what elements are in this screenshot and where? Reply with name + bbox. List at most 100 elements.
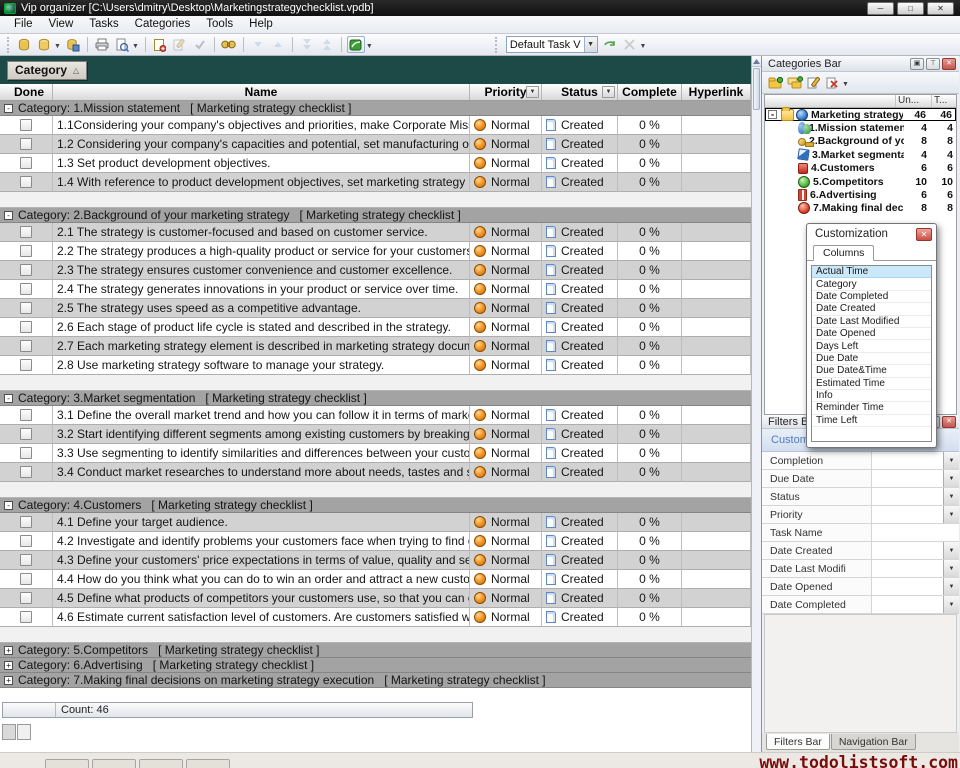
view-more-caret[interactable]: ▼ bbox=[640, 43, 647, 50]
filter-value-field[interactable] bbox=[872, 560, 943, 577]
collapse-icon[interactable]: - bbox=[4, 211, 13, 220]
task-row[interactable]: 2.8 Use marketing strategy software to m… bbox=[0, 356, 751, 375]
group-by-category-box[interactable]: Category △ bbox=[7, 61, 87, 80]
task-row[interactable]: 3.2 Start identifying different segments… bbox=[0, 425, 751, 444]
customization-titlebar[interactable]: Customization ✕ bbox=[807, 224, 936, 244]
restore-button[interactable]: □ bbox=[897, 2, 924, 15]
new-database-icon[interactable] bbox=[15, 36, 33, 53]
task-row[interactable]: 3.3 Use segmenting to identify similarit… bbox=[0, 444, 751, 463]
save-database-icon[interactable] bbox=[64, 36, 82, 53]
task-row[interactable]: 2.2 The strategy produces a high-quality… bbox=[0, 242, 751, 261]
scrollbar-thumb[interactable] bbox=[753, 68, 760, 110]
expand-icon[interactable]: + bbox=[4, 676, 13, 685]
columns-list-item[interactable]: Date Completed bbox=[812, 291, 931, 303]
filter-dropdown-button[interactable]: ▼ bbox=[943, 596, 959, 613]
task-row[interactable]: 1.3 Set product development objectives. … bbox=[0, 154, 751, 173]
category-group-row[interactable]: + Category: 7.Making final decisions on … bbox=[0, 673, 751, 688]
columns-list-item[interactable]: Due Date&Time bbox=[812, 365, 931, 377]
categories-close-icon[interactable]: ✕ bbox=[942, 58, 956, 70]
column-filter-button[interactable]: ▼ bbox=[602, 86, 615, 98]
filter-value-field[interactable] bbox=[872, 470, 943, 487]
filter-value-field[interactable] bbox=[872, 506, 943, 523]
tree-category-item[interactable]: 1.Mission statement 4 4 bbox=[765, 121, 956, 134]
filter-dropdown-button[interactable]: ▼ bbox=[943, 470, 959, 487]
category-group-row[interactable]: - Category: 3.Market segmentation [ Mark… bbox=[0, 391, 751, 406]
minimize-button[interactable]: ─ bbox=[867, 2, 894, 15]
close-button[interactable]: ✕ bbox=[927, 2, 954, 15]
columns-list-item[interactable]: Info bbox=[812, 390, 931, 402]
task-row[interactable]: 1.2 Considering your company's capacitie… bbox=[0, 135, 751, 154]
collapse-icon[interactable]: - bbox=[4, 394, 13, 403]
category-group-row[interactable]: - Category: 1.Mission statement [ Market… bbox=[0, 101, 751, 116]
filter-value-field[interactable] bbox=[872, 596, 943, 613]
print-preview-caret[interactable]: ▼ bbox=[132, 43, 139, 50]
columns-list-item[interactable]: Estimated Time bbox=[812, 378, 931, 390]
category-group-row[interactable]: - Category: 4.Customers [ Marketing stra… bbox=[0, 498, 751, 513]
done-checkbox[interactable] bbox=[20, 138, 32, 150]
tree-category-item[interactable]: 4.Customers 6 6 bbox=[765, 162, 956, 175]
column-header-name[interactable]: Name bbox=[53, 84, 470, 100]
column-filter-button[interactable]: ▼ bbox=[526, 86, 539, 98]
menu-view[interactable]: View bbox=[41, 16, 82, 33]
done-checkbox[interactable] bbox=[20, 447, 32, 459]
column-header-priority[interactable]: Priority ▼ bbox=[470, 84, 542, 100]
filter-value-field[interactable] bbox=[872, 452, 943, 469]
columns-list-item[interactable]: Actual Time bbox=[812, 266, 931, 278]
done-checkbox[interactable] bbox=[20, 516, 32, 528]
filter-dropdown-button[interactable]: ▼ bbox=[943, 452, 959, 469]
scroll-up-button[interactable] bbox=[752, 56, 761, 67]
new-subcategory-icon[interactable] bbox=[785, 74, 804, 91]
task-row[interactable]: 4.5 Define what products of competitors … bbox=[0, 589, 751, 608]
collapse-icon[interactable]: - bbox=[4, 104, 13, 113]
category-group-row[interactable]: - Category: 2.Background of your marketi… bbox=[0, 208, 751, 223]
collapse-icon[interactable]: - bbox=[4, 501, 13, 510]
expand-icon[interactable]: + bbox=[4, 661, 13, 670]
done-checkbox[interactable] bbox=[20, 428, 32, 440]
find-tasks-icon[interactable] bbox=[220, 36, 238, 53]
done-checkbox[interactable] bbox=[20, 245, 32, 257]
task-view-combo[interactable]: Default Task V ▼ bbox=[506, 36, 598, 53]
panel-tab-filters-bar[interactable]: Filters Bar bbox=[766, 734, 830, 750]
task-row[interactable]: 3.1 Define the overall market trend and … bbox=[0, 406, 751, 425]
columns-list-item[interactable]: Category bbox=[812, 278, 931, 290]
task-row[interactable]: 1.1Considering your company's objectives… bbox=[0, 116, 751, 135]
menu-categories[interactable]: Categories bbox=[127, 16, 199, 33]
done-checkbox[interactable] bbox=[20, 359, 32, 371]
task-row[interactable]: 2.5 The strategy uses speed as a competi… bbox=[0, 299, 751, 318]
task-row[interactable]: 2.1 The strategy is customer-focused and… bbox=[0, 223, 751, 242]
task-row[interactable]: 2.3 The strategy ensures customer conven… bbox=[0, 261, 751, 280]
tree-category-item[interactable]: 3.Market segmentation 4 4 bbox=[765, 148, 956, 161]
done-checkbox[interactable] bbox=[20, 264, 32, 276]
menu-help[interactable]: Help bbox=[241, 16, 281, 33]
filter-dropdown-button[interactable]: ▼ bbox=[943, 560, 959, 577]
panel-tab-navigation-bar[interactable]: Navigation Bar bbox=[831, 734, 916, 750]
categories-more-caret[interactable]: ▼ bbox=[842, 81, 849, 88]
done-checkbox[interactable] bbox=[20, 592, 32, 604]
tree-category-item[interactable]: 7.Making final decisions o 8 8 bbox=[765, 202, 956, 215]
categories-restore-icon[interactable]: ▣ bbox=[910, 58, 924, 70]
menu-tools[interactable]: Tools bbox=[198, 16, 241, 33]
category-group-row[interactable]: + Category: 6.Advertising [ Marketing st… bbox=[0, 658, 751, 673]
customization-close-icon[interactable]: ✕ bbox=[916, 228, 932, 241]
done-checkbox[interactable] bbox=[20, 226, 32, 238]
move-to-top-icon[interactable] bbox=[318, 36, 336, 53]
filter-value-field[interactable] bbox=[872, 488, 943, 505]
task-row[interactable]: 4.3 Define your customers' price expecta… bbox=[0, 551, 751, 570]
done-checkbox[interactable] bbox=[20, 283, 32, 295]
done-checkbox[interactable] bbox=[20, 573, 32, 585]
edit-category-icon[interactable] bbox=[804, 74, 823, 91]
tree-category-item[interactable]: 6.Advertising 6 6 bbox=[765, 188, 956, 201]
print-icon[interactable] bbox=[93, 36, 111, 53]
tree-collapse-icon[interactable]: - bbox=[768, 110, 777, 119]
move-to-bottom-icon[interactable] bbox=[298, 36, 316, 53]
new-category-icon[interactable] bbox=[766, 74, 785, 91]
open-database-icon[interactable] bbox=[35, 36, 53, 53]
columns-list-item[interactable]: Date Created bbox=[812, 303, 931, 315]
done-checkbox[interactable] bbox=[20, 176, 32, 188]
done-checkbox[interactable] bbox=[20, 409, 32, 421]
total-column-header[interactable]: T... bbox=[932, 95, 956, 107]
move-up-icon[interactable] bbox=[269, 36, 287, 53]
delete-category-icon[interactable] bbox=[823, 74, 842, 91]
clear-view-icon[interactable] bbox=[621, 36, 639, 53]
done-checkbox[interactable] bbox=[20, 611, 32, 623]
